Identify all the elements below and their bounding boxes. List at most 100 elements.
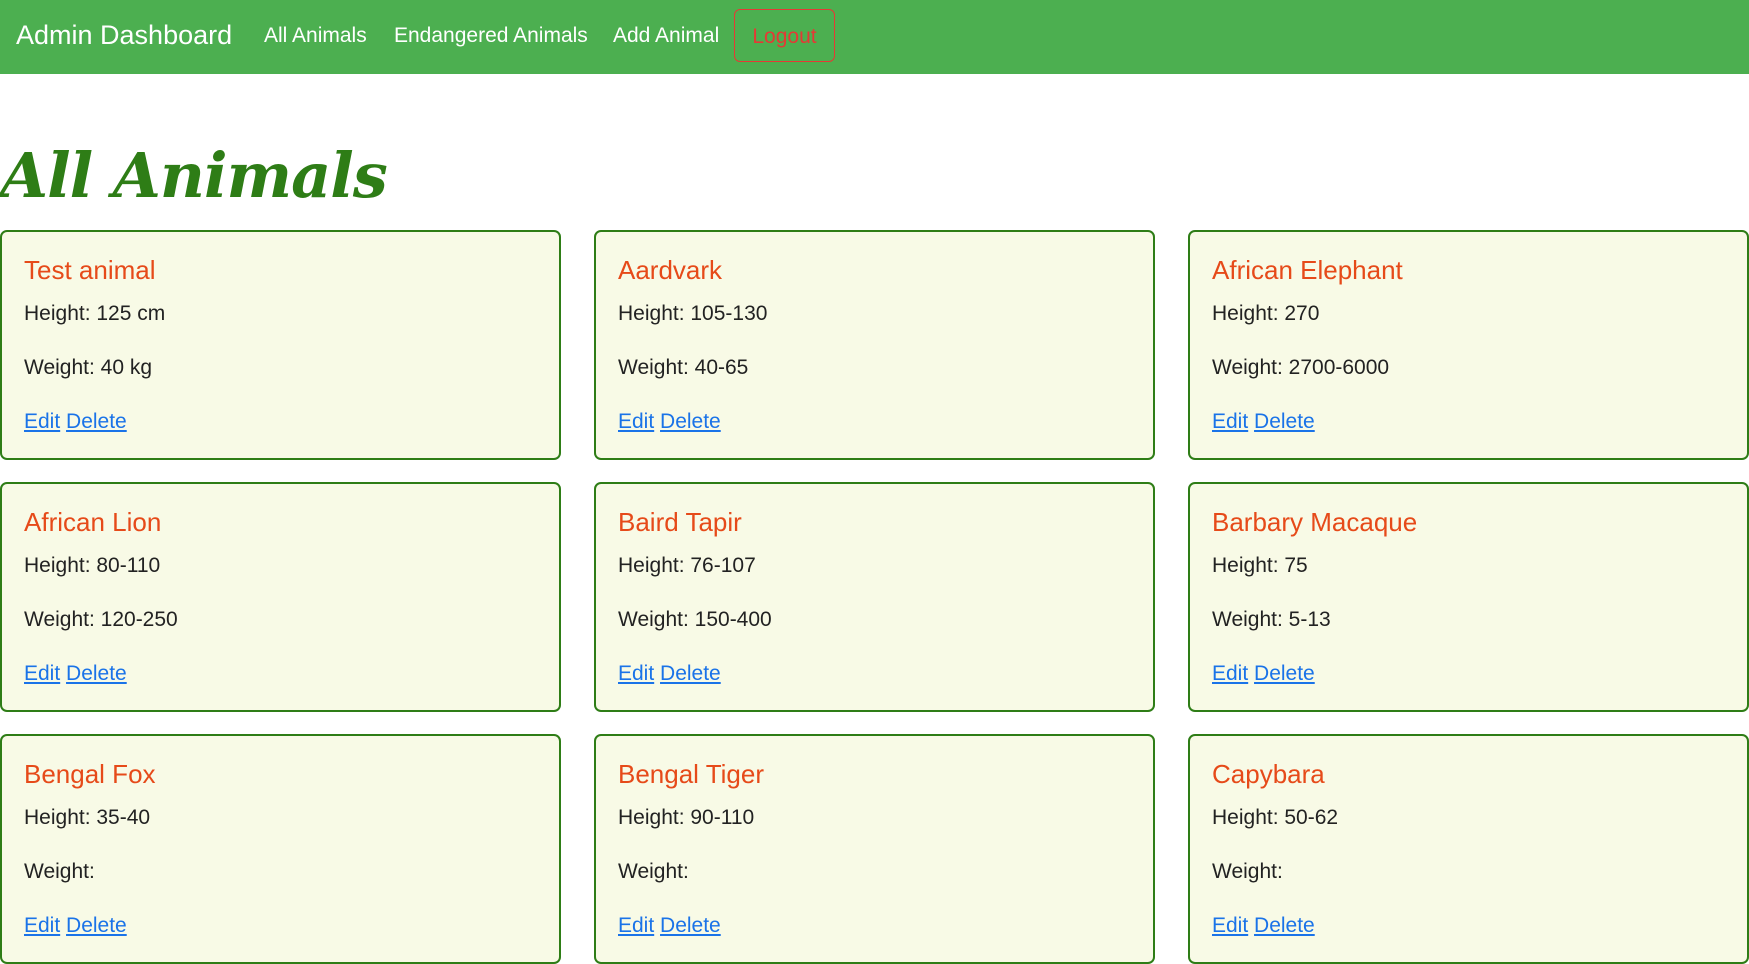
animal-name: Baird Tapir [618,507,742,537]
animal-card: Capybara Height: 50-62 Weight: Edit Delete [1188,734,1749,964]
card-actions: Edit Delete [24,408,127,436]
animal-height: Height: 80-110 [24,552,160,580]
card-actions: Edit Delete [1212,912,1315,940]
nav-all-animals[interactable]: All Animals [264,22,367,50]
height-value: 75 [1284,554,1308,577]
animal-weight: Weight: 5-13 [1212,606,1331,634]
delete-link[interactable]: Delete [66,914,127,937]
delete-link[interactable]: Delete [660,662,721,685]
delete-link[interactable]: Delete [1254,914,1315,937]
animal-card: African Lion Height: 80-110 Weight: 120-25… [0,482,561,712]
animal-name: Bengal Tiger [618,759,764,789]
height-label: Height: [1212,302,1285,325]
edit-link[interactable]: Edit [24,410,60,433]
animal-height: Height: 76-107 [618,552,756,580]
height-label: Height: [618,554,691,577]
card-actions: Edit Delete [1212,408,1315,436]
height-value: 35-40 [96,806,151,829]
animal-weight: Weight: [24,858,95,886]
animal-height: Height: 35-40 [24,804,150,832]
height-value: 125 cm [96,302,166,325]
weight-value: 2700-6000 [1288,356,1390,379]
animal-weight: Weight: 2700-6000 [1212,354,1389,382]
animal-name: African Elephant [1212,255,1403,285]
height-value: 76-107 [690,554,756,577]
brand-link[interactable]: Admin Dashboard [16,18,232,52]
animal-weight: Weight: 40-65 [618,354,748,382]
animal-weight: Weight: 150-400 [618,606,772,634]
card-actions: Edit Delete [618,660,721,688]
animal-name: Capybara [1212,759,1325,789]
weight-value: 40-65 [694,356,749,379]
height-label: Height: [24,806,97,829]
weight-label: Weight: [24,356,101,379]
weight-value: 5-13 [1288,608,1331,631]
weight-label: Weight: [1212,356,1289,379]
animal-card: African Elephant Height: 270 Weight: 2700-… [1188,230,1749,460]
animal-name: Barbary Macaque [1212,507,1418,537]
animal-name: Test animal [24,255,156,285]
delete-link[interactable]: Delete [1254,410,1315,433]
animal-card: Aardvark Height: 105-130 Weight: 40-65 Edit… [594,230,1155,460]
height-value: 90-110 [690,806,755,829]
delete-link[interactable]: Delete [660,410,721,433]
edit-link[interactable]: Edit [1212,662,1248,685]
weight-value: 150-400 [694,608,772,631]
weight-label: Weight: [1212,860,1283,883]
animal-card: Bengal Fox Height: 35-40 Weight: Edit Dele… [0,734,561,964]
animal-name: African Lion [24,507,162,537]
edit-link[interactable]: Edit [24,914,60,937]
edit-link[interactable]: Edit [1212,914,1248,937]
height-label: Height: [1212,806,1285,829]
height-value: 105-130 [690,302,768,325]
height-label: Height: [1212,554,1285,577]
weight-value: 120-250 [100,608,178,631]
delete-link[interactable]: Delete [66,410,127,433]
weight-label: Weight: [1212,608,1289,631]
animal-weight: Weight: 120-250 [24,606,178,634]
delete-link[interactable]: Delete [1254,662,1315,685]
weight-value: 40 kg [100,356,153,379]
animal-height: Height: 90-110 [618,804,754,832]
animal-card: Barbary Macaque Height: 75 Weight: 5-13 Edi… [1188,482,1749,712]
animal-name: Bengal Fox [24,759,156,789]
animal-height: Height: 105-130 [618,300,767,328]
logout-button[interactable]: Logout [734,9,835,62]
card-actions: Edit Delete [618,912,721,940]
card-actions: Edit Delete [618,408,721,436]
animal-height: Height: 50-62 [1212,804,1338,832]
weight-label: Weight: [24,860,95,883]
height-value: 50-62 [1284,806,1339,829]
top-navbar: Admin Dashboard All Animals Endangered A… [0,0,1749,74]
weight-label: Weight: [618,608,695,631]
height-label: Height: [24,554,97,577]
animal-height: Height: 75 [1212,552,1308,580]
edit-link[interactable]: Edit [618,914,654,937]
animal-weight: Weight: 40 kg [24,354,152,382]
animal-name: Aardvark [618,255,723,285]
card-actions: Edit Delete [1212,660,1315,688]
animal-height: Height: 125 cm [24,300,165,328]
weight-label: Weight: [24,608,101,631]
height-label: Height: [24,302,97,325]
animal-card: Baird Tapir Height: 76-107 Weight: 150-400… [594,482,1155,712]
delete-link[interactable]: Delete [660,914,721,937]
delete-link[interactable]: Delete [66,662,127,685]
card-actions: Edit Delete [24,660,127,688]
edit-link[interactable]: Edit [24,662,60,685]
height-label: Height: [618,302,691,325]
height-value: 270 [1284,302,1320,325]
height-label: Height: [618,806,691,829]
animal-card: Test animal Height: 125 cm Weight: 40 kg Ed… [0,230,561,460]
nav-add-animal[interactable]: Add Animal [613,22,719,50]
animal-weight: Weight: [1212,858,1283,886]
nav-endangered-animals[interactable]: Endangered Animals [394,22,588,50]
edit-link[interactable]: Edit [618,410,654,433]
animal-card: Bengal Tiger Height: 90-110 Weight: Edit D… [594,734,1155,964]
animal-weight: Weight: [618,858,689,886]
edit-link[interactable]: Edit [1212,410,1248,433]
page-title: All Animals [0,139,388,212]
animal-height: Height: 270 [1212,300,1319,328]
edit-link[interactable]: Edit [618,662,654,685]
card-actions: Edit Delete [24,912,127,940]
